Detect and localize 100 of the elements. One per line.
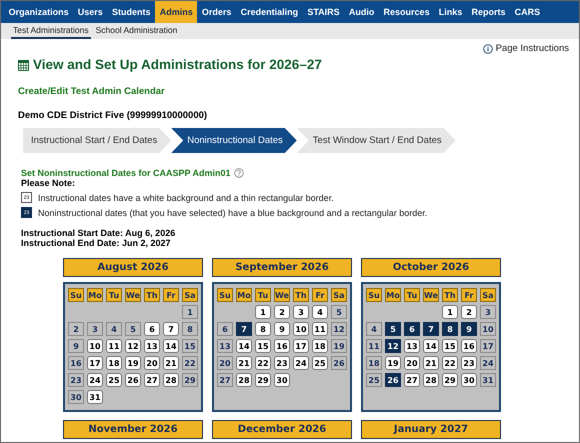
calendar-day[interactable]: 3 [293,305,309,319]
nav-tab[interactable]: Links [434,1,467,23]
calendar-day[interactable]: 11 [106,339,122,353]
calendar-day[interactable]: 13 [404,339,420,353]
calendar-day[interactable]: 12 [125,339,141,353]
calendar-link[interactable]: Create/Edit Test Admin Calendar [18,86,165,97]
calendar-day[interactable]: 6 [144,322,160,336]
calendar-day[interactable]: 7 [236,322,252,336]
calendar-day[interactable]: 31 [87,390,103,404]
calendar-day[interactable]: 30 [68,390,84,404]
calendar-day[interactable]: 19 [331,339,347,353]
calendar-day[interactable]: 9 [68,339,84,353]
calendar-day[interactable]: 6 [217,322,233,336]
calendar-day[interactable]: 9 [274,322,290,336]
calendar-day[interactable]: 16 [68,356,84,370]
page-instructions-link[interactable]: Page Instructions [482,43,569,54]
calendar-day[interactable]: 26 [125,373,141,387]
calendar-day[interactable]: 21 [236,356,252,370]
calendar-day[interactable]: 20 [217,356,233,370]
calendar-day[interactable]: 17 [480,339,496,353]
calendar-day[interactable]: 21 [423,356,439,370]
calendar-day[interactable]: 12 [331,322,347,336]
calendar-day[interactable]: 12 [385,339,401,353]
calendar-day[interactable]: 31 [480,373,496,387]
calendar-day[interactable]: 3 [87,322,103,336]
calendar-day[interactable]: 18 [366,356,382,370]
calendar-day[interactable]: 10 [293,322,309,336]
calendar-day[interactable]: 25 [106,373,122,387]
calendar-day[interactable]: 9 [461,322,477,336]
calendar-day[interactable]: 10 [87,339,103,353]
calendar-day[interactable]: 6 [404,322,420,336]
calendar-day[interactable]: 13 [144,339,160,353]
calendar-day[interactable]: 27 [217,373,233,387]
calendar-day[interactable]: 30 [274,373,290,387]
calendar-day[interactable]: 18 [312,339,328,353]
calendar-day[interactable]: 17 [293,339,309,353]
calendar-day[interactable]: 19 [125,356,141,370]
nav-tab[interactable]: Users [73,1,108,23]
calendar-day[interactable]: 17 [87,356,103,370]
calendar-day[interactable]: 7 [423,322,439,336]
calendar-day[interactable]: 22 [442,356,458,370]
calendar-day[interactable]: 29 [182,373,198,387]
calendar-day[interactable]: 20 [404,356,420,370]
nav-tab[interactable]: CARS [510,1,545,23]
calendar-day[interactable]: 3 [480,305,496,319]
calendar-day[interactable]: 15 [442,339,458,353]
nav-tab[interactable]: Audio [344,1,379,23]
calendar-day[interactable]: 19 [385,356,401,370]
nav-tab[interactable]: Students [107,1,156,23]
calendar-day[interactable]: 26 [331,356,347,370]
calendar-day[interactable]: 1 [182,305,198,319]
calendar-day[interactable]: 5 [125,322,141,336]
calendar-day[interactable]: 14 [423,339,439,353]
nav-tab[interactable]: Organizations [4,1,74,23]
calendar-day[interactable]: 26 [385,373,401,387]
sub-nav-tab[interactable]: School Administration [94,25,180,39]
calendar-day[interactable]: 24 [87,373,103,387]
calendar-day[interactable]: 23 [274,356,290,370]
nav-tab[interactable]: Resources [378,1,434,23]
nav-tab[interactable]: Orders [197,1,236,23]
calendar-day[interactable]: 4 [106,322,122,336]
calendar-day[interactable]: 18 [106,356,122,370]
step-tab[interactable]: Test Window Start / End Dates [296,128,456,153]
calendar-day[interactable]: 11 [312,322,328,336]
nav-tab[interactable]: Credentialing [236,1,303,23]
calendar-day[interactable]: 28 [236,373,252,387]
step-tab[interactable]: Noninstructional Dates [171,128,297,153]
nav-tab[interactable]: Reports [466,1,510,23]
calendar-day[interactable]: 25 [366,373,382,387]
calendar-day[interactable]: 21 [163,356,179,370]
calendar-day[interactable]: 23 [461,356,477,370]
calendar-day[interactable]: 2 [68,322,84,336]
calendar-day[interactable]: 28 [423,373,439,387]
calendar-day[interactable]: 4 [366,322,382,336]
calendar-day[interactable]: 15 [182,339,198,353]
sub-nav-tab[interactable]: Test Administrations [11,25,91,39]
calendar-day[interactable]: 8 [442,322,458,336]
calendar-day[interactable]: 29 [442,373,458,387]
calendar-day[interactable]: 4 [312,305,328,319]
calendar-day[interactable]: 11 [366,339,382,353]
calendar-day[interactable]: 27 [144,373,160,387]
calendar-day[interactable]: 24 [293,356,309,370]
calendar-day[interactable]: 22 [255,356,271,370]
calendar-day[interactable]: 22 [182,356,198,370]
calendar-day[interactable]: 5 [385,322,401,336]
calendar-day[interactable]: 5 [331,305,347,319]
step-tab[interactable]: Instructional Start / End Dates [23,128,172,153]
calendar-day[interactable]: 10 [480,322,496,336]
calendar-day[interactable]: 16 [274,339,290,353]
calendar-day[interactable]: 2 [461,305,477,319]
calendar-day[interactable]: 23 [68,373,84,387]
help-icon[interactable] [234,168,244,178]
calendar-day[interactable]: 30 [461,373,477,387]
calendar-day[interactable]: 28 [163,373,179,387]
calendar-day[interactable]: 16 [461,339,477,353]
calendar-day[interactable]: 7 [163,322,179,336]
calendar-day[interactable]: 14 [163,339,179,353]
calendar-day[interactable]: 25 [312,356,328,370]
calendar-day[interactable]: 29 [255,373,271,387]
calendar-day[interactable]: 24 [480,356,496,370]
